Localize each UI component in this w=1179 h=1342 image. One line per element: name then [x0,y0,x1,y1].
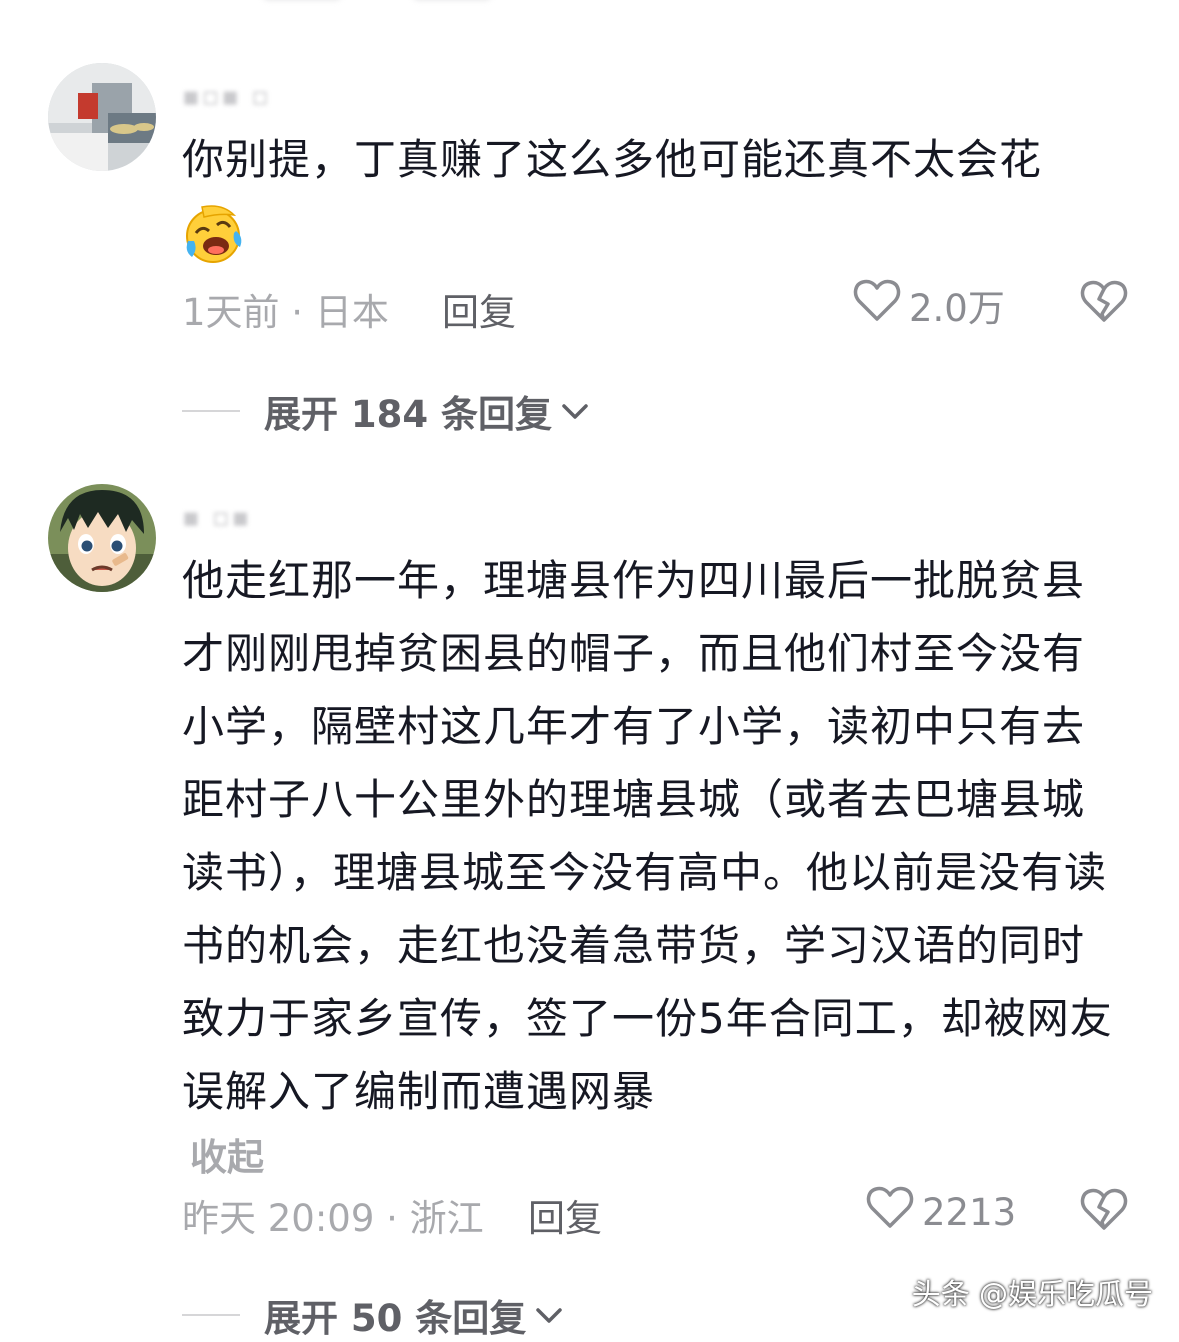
dislike-button[interactable] [1080,1188,1128,1236]
watermark: 头条 @娱乐吃瓜号 [911,1277,1153,1311]
expand-replies-button[interactable]: 展开 50 条回复 [182,1288,564,1342]
broken-heart-icon [1080,280,1128,322]
expand-replies-label: 展开 50 条回复 [264,1297,527,1340]
heart-outline-icon [866,1186,914,1239]
divider-line [182,410,240,412]
comment-meta: 1天前 · 日本 [182,291,389,334]
username-blurred: ▪▫▪ ▫ [182,82,271,112]
comment-text: 你别提，丁真赚了这么多他可能还真不太会花 [182,135,1043,184]
avatar[interactable] [48,63,156,171]
chevron-down-icon [534,1304,564,1326]
like-button[interactable]: 2213 [866,1186,1016,1239]
expand-replies-button[interactable]: 展开 184 条回复 [182,384,590,438]
collapse-button[interactable]: 收起 [190,1127,264,1181]
comment-meta: 昨天 20:09 · 浙江 [182,1197,484,1240]
like-count: 2.0万 [909,287,1005,330]
divider-line [182,1314,240,1316]
previous-content-fragment [262,0,492,8]
dislike-button[interactable] [1080,280,1128,328]
heart-outline-icon [853,279,901,332]
like-count: 2213 [922,1191,1017,1234]
reply-button[interactable]: 回复 [442,282,516,336]
comment-text: 他走红那一年，理塘县作为四川最后一批脱贫县才刚刚甩掉贫困县的帽子，而且他们村至今… [182,556,1113,1116]
laughing-crying-emoji-icon [182,203,244,265]
broken-heart-icon [1080,1188,1128,1230]
expand-replies-label: 展开 184 条回复 [264,393,552,436]
avatar[interactable] [48,484,156,592]
username-blurred: ▪ ▫▪ [182,503,252,533]
like-button[interactable]: 2.0万 [853,278,1005,332]
reply-button[interactable]: 回复 [528,1188,602,1242]
chevron-down-icon [560,400,590,422]
